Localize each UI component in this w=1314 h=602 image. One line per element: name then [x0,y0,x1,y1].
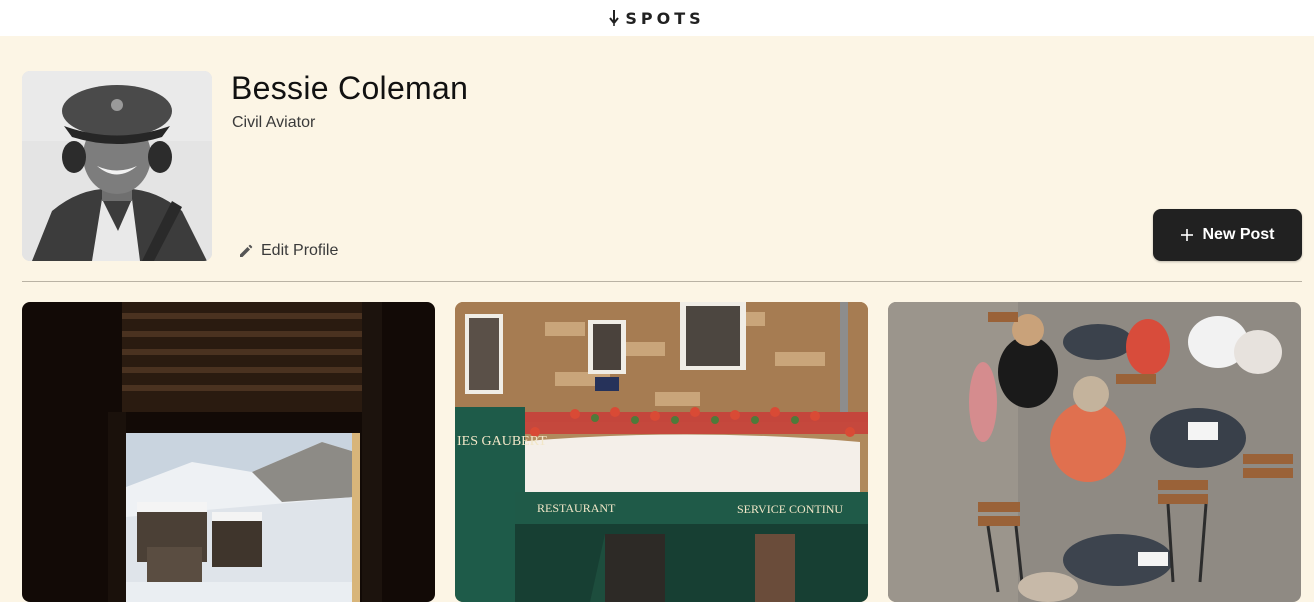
pencil-icon [240,244,253,257]
storefront-sign-restaurant: RESTAURANT [537,501,616,515]
window-mountain-village-photo [22,302,435,602]
spots-logo-icon [609,10,620,26]
logo-text: SPOTS [625,8,705,28]
profile-role: Civil Aviator [232,114,316,131]
profile-divider [22,281,1302,282]
storefront-sign-service: SERVICE CONTINU [737,502,843,516]
plus-icon [1181,229,1194,241]
top-bar: SPOTS [0,0,1314,36]
post-card[interactable]: IES GAUBERT RESTAURANT SERVICE CONTINU [455,302,868,602]
profile-name: Bessie Coleman [231,70,469,106]
avatar [22,71,212,261]
spots-logo[interactable]: SPOTS [609,9,704,28]
restaurant-storefront-photo: IES GAUBERT RESTAURANT SERVICE CONTINU [455,302,868,602]
new-post-label: New Post [1202,226,1275,243]
outdoor-cafe-terrace-photo [888,302,1301,602]
post-card[interactable] [888,302,1301,602]
storefront-sign-left: IES GAUBERT [457,434,547,449]
post-card[interactable] [22,302,435,602]
new-post-button[interactable]: New Post [1153,209,1302,261]
edit-profile-label: Edit Profile [261,242,339,259]
avatar-photo [22,71,212,261]
edit-profile-button[interactable]: Edit Profile [238,240,338,262]
